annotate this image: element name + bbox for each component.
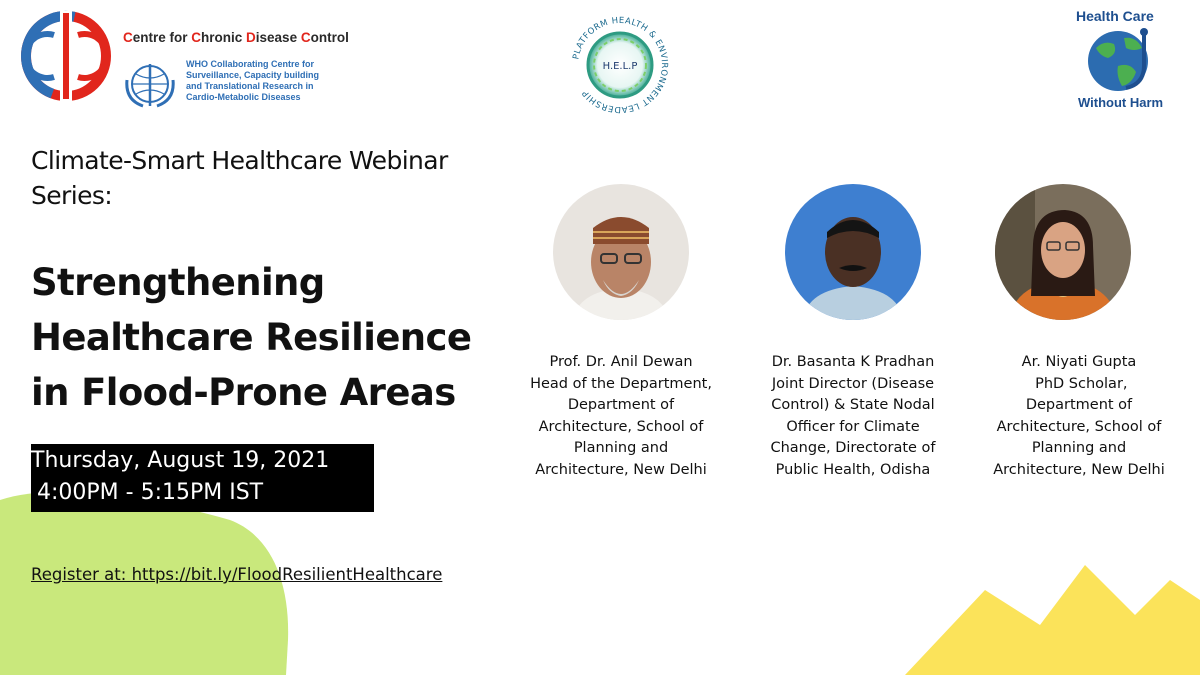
speaker-info-basanta-pradhan: Dr. Basanta K Pradhan Joint Director (Di… [770, 354, 936, 478]
help-logo-icon: H.E.L.P PLATFORM HEALTH & ENVIRONMENT LE… [571, 16, 668, 114]
ccdc-name: Centre for Chronic Disease Control [123, 30, 349, 45]
hcwh-top-text: Health Care [1076, 8, 1154, 24]
help-center-text: H.E.L.P [603, 61, 638, 72]
ccdc-logo-icon [21, 11, 112, 101]
speaker-photo-anil-dewan [553, 184, 689, 320]
hcwh-bottom-text: Without Harm [1078, 95, 1164, 110]
register-link[interactable]: Register at: https://bit.ly/FloodResilie… [31, 565, 442, 584]
who-collaborating-text: WHO Collaborating Centre for Surveillanc… [186, 59, 320, 102]
time-text: 4:00PM - 5:15PM IST [37, 480, 264, 505]
date-text: Thursday, August 19, 2021 [31, 448, 330, 473]
speaker-photo-niyati-gupta [995, 184, 1131, 320]
who-emblem-icon [125, 64, 175, 108]
speaker-info-niyati-gupta: Ar. Niyati Gupta PhD Scholar, Department… [993, 354, 1165, 478]
yellow-peaks-shape [905, 565, 1200, 675]
series-title: Climate-Smart Healthcare Webinar Series: [31, 146, 448, 210]
globe-icon [1078, 26, 1168, 96]
speaker-photo-basanta-pradhan [785, 184, 921, 320]
date-time-box: Thursday, August 19, 2021 4:00PM - 5:15P… [31, 444, 374, 512]
main-title: Strengthening Healthcare Resilience in F… [31, 261, 472, 414]
speaker-info-anil-dewan: Prof. Dr. Anil Dewan Head of the Departm… [530, 354, 712, 478]
